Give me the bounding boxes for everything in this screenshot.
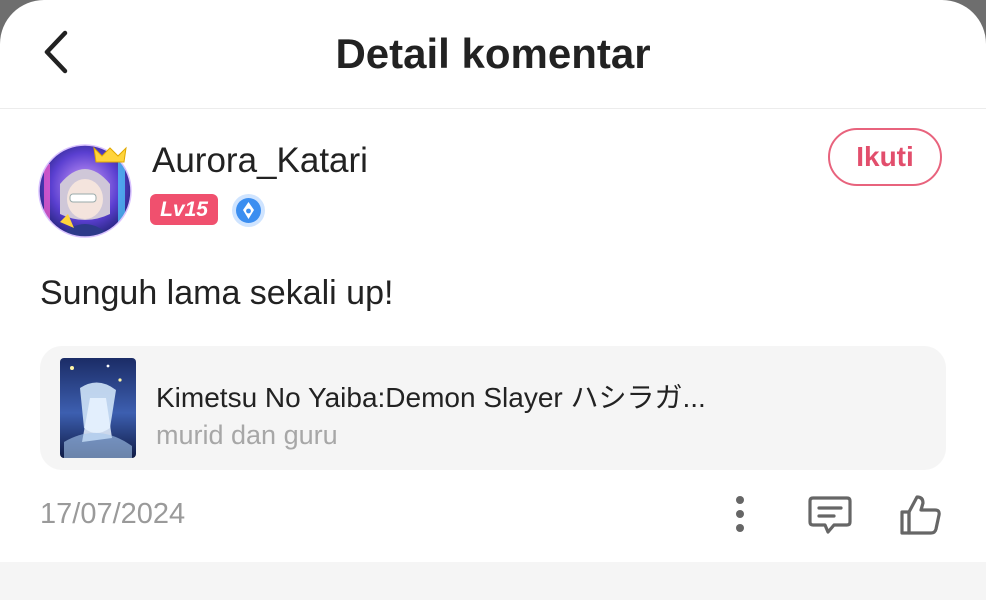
page-title: Detail komentar xyxy=(335,30,651,77)
like-button[interactable] xyxy=(896,492,944,538)
header-bar: Detail komentar xyxy=(0,0,986,109)
verified-badge-icon xyxy=(231,193,266,228)
work-title: Kimetsu No Yaiba:Demon Slayer ハシラガ... xyxy=(156,382,706,413)
more-button[interactable] xyxy=(722,492,758,538)
comment-icon xyxy=(808,496,852,534)
more-vertical-icon xyxy=(736,496,744,532)
comment-text: Sunguh lama sekali up! xyxy=(40,274,394,312)
thumbs-up-icon xyxy=(900,495,941,535)
avatar[interactable] xyxy=(38,144,132,238)
level-badge: Lv15 xyxy=(150,194,218,225)
work-cover xyxy=(60,358,136,458)
work-card[interactable]: Kimetsu No Yaiba:Demon Slayer ハシラガ... mu… xyxy=(40,346,946,470)
follow-button[interactable]: Ikuti xyxy=(828,128,942,186)
reply-button[interactable] xyxy=(806,492,854,538)
comment-detail-sheet: Detail komentar Aurora_Katari Lv15 Ikuti… xyxy=(0,0,986,600)
comment-date: 17/07/2024 xyxy=(40,498,186,530)
section-divider xyxy=(0,562,986,600)
username[interactable]: Aurora_Katari xyxy=(152,141,368,181)
work-subtitle: murid dan guru xyxy=(156,420,338,450)
